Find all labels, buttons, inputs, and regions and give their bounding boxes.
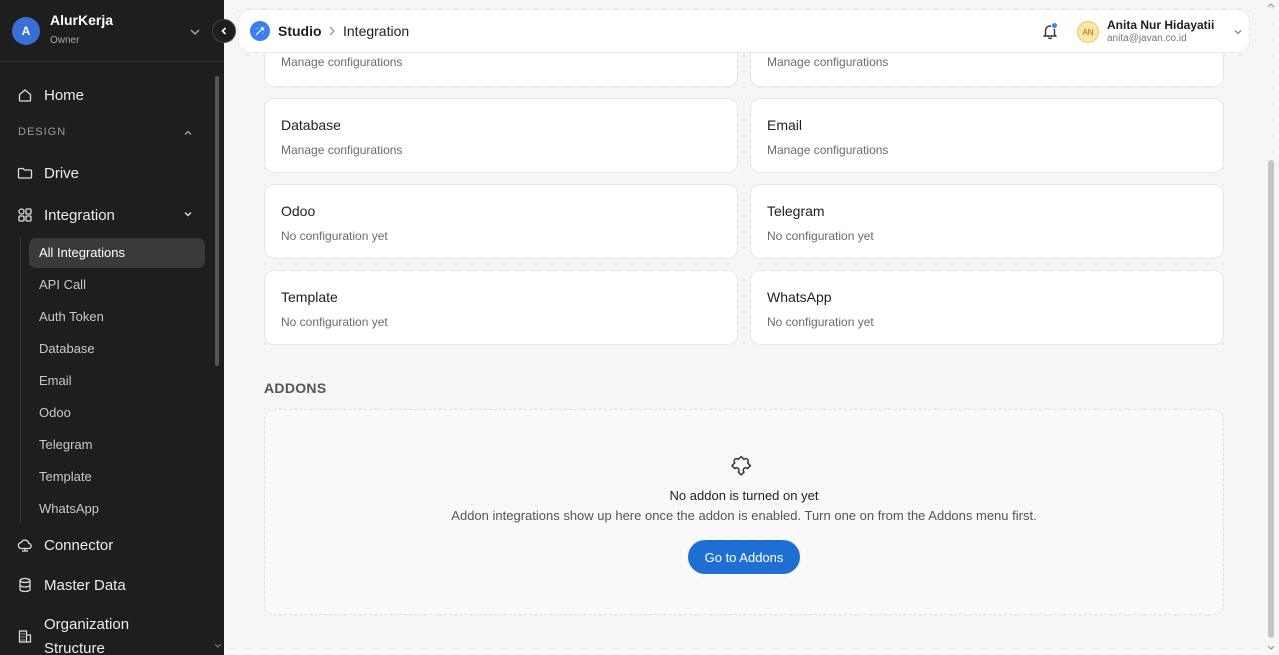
scroll-down-arrow-icon[interactable] [1267, 645, 1275, 651]
empty-state-title: No addon is turned on yet [669, 488, 819, 503]
breadcrumb-studio[interactable]: Studio [278, 23, 322, 39]
card-status: Manage configurations [281, 143, 403, 157]
chevron-left-icon [221, 27, 227, 35]
workspace-role: Owner [50, 35, 80, 46]
integration-card-template[interactable]: Template No configuration yet [264, 270, 738, 345]
addons-section-title: ADDONS [264, 380, 327, 396]
collapse-sidebar-button[interactable] [212, 19, 236, 43]
sidebar-item-label: Drive [44, 164, 80, 182]
sidebar-item-organization-structure[interactable]: Organization Structure [16, 613, 129, 655]
workspace-avatar: A [12, 17, 40, 45]
sidebar: A AlurKerja Owner Home DESIGN Drive Inte… [0, 0, 224, 655]
card-status: No configuration yet [281, 229, 388, 243]
chevron-down-icon [184, 212, 192, 217]
main-scrollbar[interactable] [1268, 160, 1274, 638]
card-title: Template [281, 289, 338, 305]
card-status: No configuration yet [767, 315, 874, 329]
breadcrumb-current: Integration [343, 23, 410, 39]
sidebar-item-master-data[interactable]: Master Data [16, 573, 126, 597]
workspace-switcher[interactable]: A AlurKerja Owner [0, 0, 224, 62]
section-label-design: DESIGN [18, 126, 67, 138]
integration-card-whatsapp[interactable]: WhatsApp No configuration yet [750, 270, 1224, 345]
folder-icon [16, 164, 34, 182]
database-icon [16, 576, 34, 594]
sidebar-item-label: Structure [44, 640, 105, 655]
empty-state-description: Addon integrations show up here once the… [451, 508, 1037, 523]
sidebar-subitem-whatsapp[interactable]: WhatsApp [39, 499, 99, 519]
sidebar-subitem-auth-token[interactable]: Auth Token [39, 307, 104, 327]
chevron-right-icon [329, 26, 335, 36]
grid-icon [16, 206, 34, 224]
sidebar-item-label: Connector [44, 536, 114, 554]
chevron-down-icon[interactable] [1233, 27, 1243, 37]
sidebar-scrollbar[interactable] [215, 76, 219, 366]
top-bar: Studio Integration AN Anita Nur Hidayati… [238, 9, 1250, 53]
integration-card-database[interactable]: Database Manage configurations [264, 98, 738, 173]
user-email: anita@javan.co.id [1107, 33, 1187, 44]
main-content: Studio Integration AN Anita Nur Hidayati… [224, 0, 1279, 655]
sidebar-subitem-odoo[interactable]: Odoo [39, 403, 71, 423]
card-title: WhatsApp [767, 289, 832, 305]
integration-card-odoo[interactable]: Odoo No configuration yet [264, 184, 738, 259]
sidebar-item-home[interactable]: Home [16, 83, 84, 107]
card-title: Email [767, 117, 803, 133]
integration-card-email[interactable]: Email Manage configurations [750, 98, 1224, 173]
card-status: Manage configurations [281, 55, 403, 69]
scroll-up-arrow-icon[interactable] [1267, 2, 1275, 8]
studio-icon [250, 21, 270, 41]
notification-dot [1051, 22, 1058, 29]
sidebar-subitem-template[interactable]: Template [39, 467, 92, 487]
sidebar-subitem-api-call[interactable]: API Call [39, 275, 86, 295]
sidebar-item-label: Organization [44, 616, 130, 633]
user-name[interactable]: Anita Nur Hidayatii [1107, 18, 1214, 32]
sidebar-item-label: Master Data [44, 576, 126, 594]
building-icon [16, 627, 34, 645]
sidebar-item-drive[interactable]: Drive [16, 161, 79, 185]
card-title: Database [281, 117, 341, 133]
sidebar-item-label: Home [44, 86, 85, 104]
card-title: Odoo [281, 203, 316, 219]
integration-card-telegram[interactable]: Telegram No configuration yet [750, 184, 1224, 259]
sidebar-subitem-email[interactable]: Email [39, 371, 72, 391]
card-status: No configuration yet [767, 229, 874, 243]
sidebar-subitem-telegram[interactable]: Telegram [39, 435, 92, 455]
user-avatar[interactable]: AN [1077, 21, 1099, 43]
sidebar-item-connector[interactable]: Connector [16, 533, 113, 557]
submenu-guide-line [20, 238, 21, 522]
scroll-down-arrow-icon[interactable] [214, 643, 222, 649]
sidebar-item-label: Integration [44, 206, 115, 224]
home-icon [16, 86, 34, 104]
cloud-icon [16, 536, 34, 554]
chevron-down-icon [190, 29, 200, 35]
card-title: Telegram [767, 203, 825, 219]
card-status: Manage configurations [767, 55, 889, 69]
workspace-name: AlurKerja [50, 12, 114, 28]
card-status: No configuration yet [281, 315, 388, 329]
sidebar-item-integration[interactable]: Integration [16, 203, 115, 227]
chevron-up-icon[interactable] [183, 128, 193, 138]
sidebar-subitem-all-integrations[interactable]: All Integrations [39, 243, 125, 263]
go-to-addons-button[interactable]: Go to Addons [688, 540, 800, 574]
puzzle-icon [731, 455, 752, 476]
addons-empty-state: No addon is turned on yet Addon integrat… [264, 409, 1224, 615]
sidebar-subitem-database[interactable]: Database [39, 339, 95, 359]
card-status: Manage configurations [767, 143, 889, 157]
